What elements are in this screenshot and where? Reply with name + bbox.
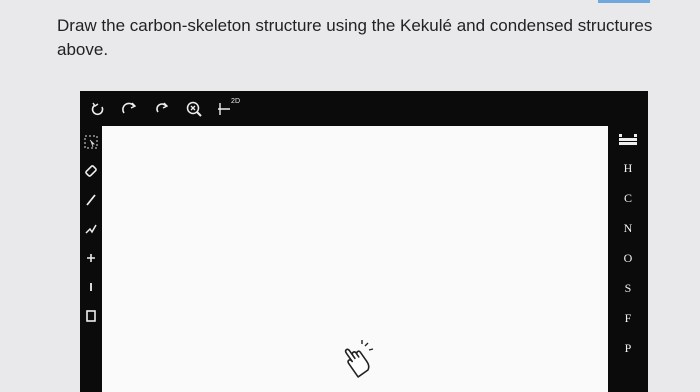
eraser-icon[interactable] <box>80 156 102 185</box>
element-f[interactable]: F <box>608 303 648 333</box>
element-n[interactable]: N <box>608 213 648 243</box>
element-o[interactable]: O <box>608 243 648 273</box>
question-text: Draw the carbon-skeleton structure using… <box>57 16 653 59</box>
reset-icon[interactable] <box>150 97 174 121</box>
element-toolbar: H C N O S F P <box>608 127 648 392</box>
single-bond-icon[interactable] <box>80 185 102 214</box>
element-s[interactable]: S <box>608 273 648 303</box>
charge-minus-icon[interactable] <box>80 272 102 301</box>
2d-cleanup-icon[interactable]: 2D <box>214 97 240 121</box>
accent-line <box>598 0 650 3</box>
undo-icon[interactable] <box>86 97 110 121</box>
element-c[interactable]: C <box>608 183 648 213</box>
zoom-icon[interactable] <box>182 97 206 121</box>
periodic-table-icon[interactable] <box>608 127 648 153</box>
chain-icon[interactable] <box>80 214 102 243</box>
charge-plus-icon[interactable] <box>80 243 102 272</box>
top-toolbar: 2D <box>80 91 648 127</box>
hand-cursor-icon <box>335 340 375 389</box>
bracket-icon[interactable] <box>80 301 102 330</box>
2d-badge: 2D <box>231 98 240 105</box>
selection-icon[interactable] <box>80 127 102 156</box>
element-h[interactable]: H <box>608 153 648 183</box>
left-toolbar <box>80 127 102 392</box>
redo-icon[interactable] <box>118 97 142 121</box>
element-p[interactable]: P <box>608 333 648 363</box>
